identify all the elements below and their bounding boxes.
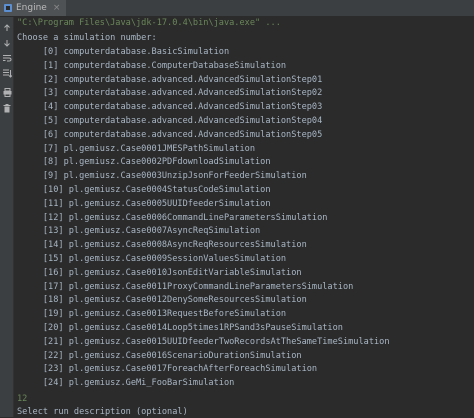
simulation-option: [18] pl.gemiusz.Case0012DenySomeResource… — [17, 295, 307, 306]
simulation-option: [9] pl.gemiusz.Case0003UnzipJsonForFeede… — [17, 171, 307, 182]
simulation-option: [10] pl.gemiusz.Case0004StatusCodeSimula… — [17, 185, 271, 195]
simulation-option: [22] pl.gemiusz.Case0016ScenarioDuration… — [17, 350, 302, 361]
simulation-option: [15] pl.gemiusz.Case0009SessionValuesSim… — [17, 254, 287, 264]
simulation-option: [21] pl.gemiusz.Case0015UUIDfeederTwoRec… — [17, 336, 390, 347]
scroll-to-end-icon[interactable] — [2, 68, 12, 78]
simulation-option: [16] pl.gemiusz.Case0010JsonEditVariable… — [17, 267, 302, 278]
simulation-option: [0] computerdatabase.BasicSimulation — [17, 47, 230, 57]
simulation-option: [4] computerdatabase.advanced.AdvancedSi… — [17, 102, 323, 113]
console-toolbar — [0, 17, 14, 417]
simulation-option: [6] computerdatabase.advanced.AdvancedSi… — [17, 129, 323, 140]
print-icon[interactable] — [2, 87, 12, 97]
tab-engine[interactable]: Engine × — [0, 0, 67, 16]
simulation-option: [7] pl.gemiusz.Case0001JMESPathSimulatio… — [17, 143, 255, 154]
up-arrow-icon[interactable] — [2, 23, 12, 33]
tool-window-tabbar: Engine × — [0, 0, 474, 17]
simulation-option: [3] computerdatabase.advanced.AdvancedSi… — [17, 88, 323, 99]
simulation-option: [5] computerdatabase.advanced.AdvancedSi… — [17, 116, 323, 126]
simulation-option: [1] computerdatabase.ComputerDatabaseSim… — [17, 60, 287, 71]
soft-wrap-icon[interactable] — [2, 53, 12, 63]
simulation-option: [20] pl.gemiusz.Case0014Loop5times1RPSan… — [17, 323, 343, 333]
java-command-line: "C:\Program Files\Java\jdk-17.0.4\bin\ja… — [17, 18, 281, 28]
run-description-prompt: Select run description (optional) — [17, 407, 188, 417]
simulation-option: [23] pl.gemiusz.Case0017ForeachAfterFore… — [17, 364, 318, 375]
java-run-icon — [4, 4, 12, 12]
simulation-option: [13] pl.gemiusz.Case0007AsyncReqSimulati… — [17, 226, 261, 237]
simulation-option: [12] pl.gemiusz.Case0006CommandLineParam… — [17, 212, 328, 223]
choose-prompt: Choose a simulation number: — [17, 33, 157, 43]
trash-icon[interactable] — [2, 103, 12, 113]
simulation-option: [19] pl.gemiusz.Case0013RequestBeforeSim… — [17, 309, 287, 320]
simulation-option: [17] pl.gemiusz.Case0011ProxyCommandLine… — [17, 281, 354, 292]
tab-label: Engine — [16, 3, 47, 13]
simulation-option: [8] pl.gemiusz.Case0002PDFdownloadSimula… — [17, 157, 271, 168]
user-input: 12 — [17, 394, 28, 404]
down-arrow-icon[interactable] — [2, 38, 12, 48]
simulation-option: [14] pl.gemiusz.Case0008AsyncReqResource… — [17, 240, 307, 251]
close-icon[interactable]: × — [53, 3, 61, 13]
simulation-option: [11] pl.gemiusz.Case0005UUIDfeederSimula… — [17, 198, 271, 209]
simulation-option: [24] pl.gemiusz.GeMi_FooBarSimulation — [17, 378, 235, 389]
console-output[interactable]: "C:\Program Files\Java\jdk-17.0.4\bin\ja… — [17, 18, 474, 417]
simulation-option: [2] computerdatabase.advanced.AdvancedSi… — [17, 74, 323, 85]
